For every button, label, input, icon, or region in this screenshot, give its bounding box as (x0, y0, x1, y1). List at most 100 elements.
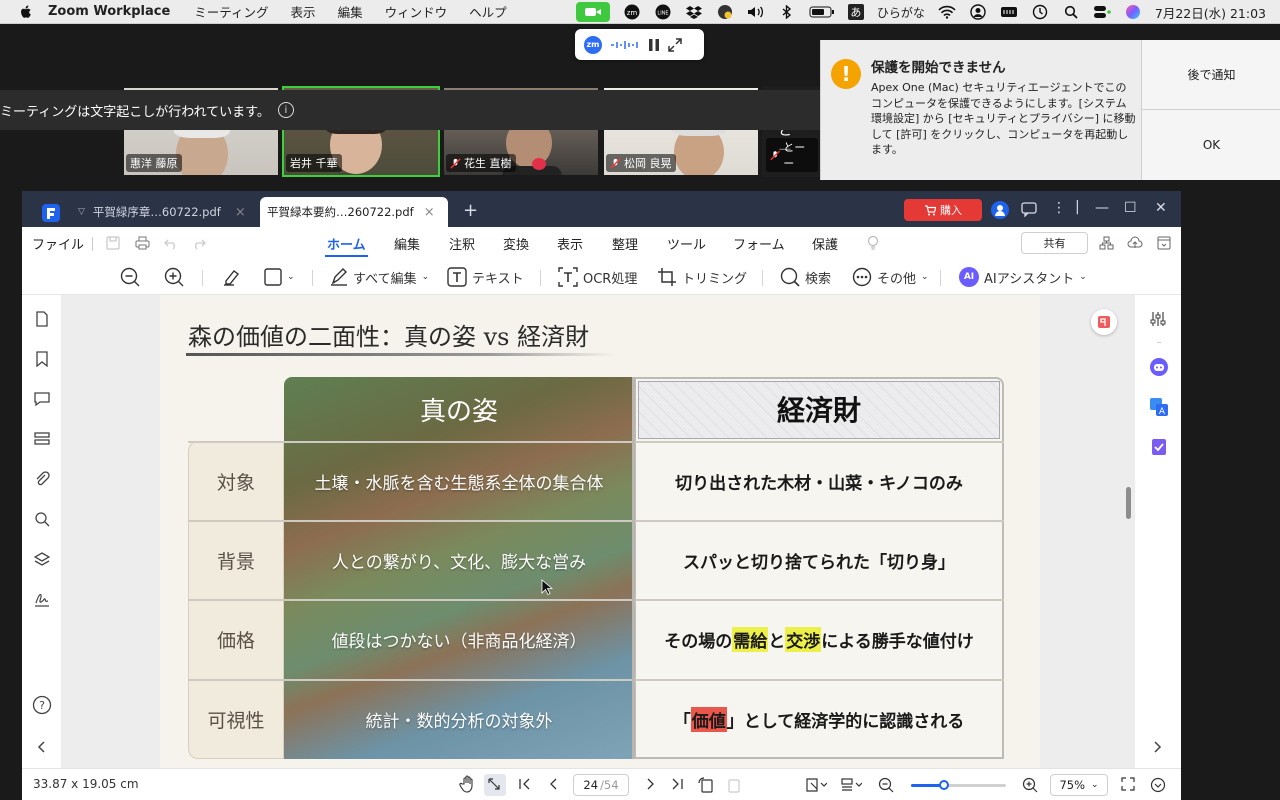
tab-convert[interactable]: 変換 (503, 234, 529, 253)
select-tool-icon[interactable] (484, 774, 506, 796)
line-icon[interactable]: LINE (654, 3, 672, 21)
fit-page-icon[interactable] (805, 777, 827, 793)
comment-icon[interactable] (34, 391, 50, 407)
zoom-out-icon[interactable] (120, 266, 140, 288)
notify-later-button[interactable]: 後で通知 (1141, 40, 1280, 110)
ai-chat-icon[interactable] (1149, 357, 1169, 377)
tab-document[interactable]: ▽ 平賀緑序章…60722.pdf × (78, 197, 246, 227)
page-thumbnail-icon[interactable] (34, 311, 50, 327)
menu-meeting[interactable]: ミーティング (194, 2, 268, 21)
hand-tool-icon[interactable] (459, 775, 477, 793)
zoom-icon[interactable]: zm (623, 3, 641, 21)
previous-page-icon[interactable] (548, 777, 560, 791)
search-icon[interactable] (34, 511, 50, 527)
wifi-icon[interactable] (938, 3, 956, 21)
spotlight-icon[interactable] (1062, 3, 1080, 21)
menu-window[interactable]: ウィンドウ (385, 2, 448, 21)
ime-icon[interactable]: あ (847, 4, 864, 20)
info-icon[interactable]: i (277, 102, 294, 118)
task-check-icon[interactable] (1149, 437, 1169, 457)
alert-ok-button[interactable]: OK (1141, 110, 1280, 180)
new-tab-button[interactable]: + (463, 200, 478, 221)
workflow-icon[interactable] (1099, 236, 1114, 250)
menu-edit[interactable]: 編集 (338, 2, 363, 21)
feedback-icon[interactable] (1021, 202, 1037, 217)
zoom-level-select[interactable]: 75% ⌄ (1050, 774, 1108, 796)
user-status-icon[interactable] (716, 3, 734, 21)
time-machine-icon[interactable] (1031, 3, 1049, 21)
expand-icon[interactable] (668, 37, 682, 52)
zoom-in-icon[interactable] (164, 266, 184, 288)
pause-icon[interactable] (648, 38, 660, 52)
zoom-mini-controls[interactable]: zm (575, 29, 704, 60)
collapse-left-icon[interactable] (34, 739, 50, 755)
tab-view[interactable]: 表示 (557, 234, 583, 253)
highlighter-icon[interactable] (221, 266, 241, 288)
menu-help[interactable]: ヘルプ (469, 2, 507, 21)
zoom-slider[interactable] (911, 780, 1006, 790)
tab-annotate[interactable]: 注釈 (449, 234, 475, 253)
last-page-icon[interactable] (670, 777, 684, 791)
expand-right-icon[interactable] (1152, 739, 1164, 755)
rotate-disabled-icon[interactable] (727, 777, 743, 793)
tab-home[interactable]: ホーム (325, 234, 368, 257)
tab-close-icon[interactable]: × (424, 205, 435, 220)
tab-tools[interactable]: ツール (667, 234, 706, 253)
ocr-button[interactable]: OCR処理 (558, 266, 637, 288)
attachment-icon[interactable] (34, 471, 50, 487)
cloud-upload-icon[interactable] (1127, 236, 1143, 250)
zoom-in-icon[interactable] (1022, 777, 1038, 793)
zoom-slider-handle[interactable] (939, 780, 950, 790)
volume-icon[interactable] (747, 3, 765, 21)
tab-protect[interactable]: 保護 (812, 234, 838, 253)
user-icon[interactable] (969, 3, 987, 21)
undo-icon[interactable] (164, 236, 178, 250)
bluetooth-icon[interactable] (778, 3, 796, 21)
tab-document-active[interactable]: 平賀緑本要約…260722.pdf × (260, 197, 448, 227)
translate-icon[interactable]: A (1149, 397, 1169, 417)
ime-mode-label[interactable]: ひらがな (877, 4, 925, 21)
vertical-scrollbar[interactable] (1126, 487, 1131, 519)
redo-icon[interactable] (192, 236, 206, 250)
app-name[interactable]: Zoom Workplace (48, 4, 170, 19)
save-icon[interactable] (106, 236, 120, 250)
lightbulb-icon[interactable] (866, 235, 880, 251)
zoom-out-icon[interactable] (878, 777, 894, 793)
help-icon[interactable]: ? (32, 695, 52, 715)
text-button[interactable]: テキスト (447, 266, 524, 288)
ai-assistant-button[interactable]: AI AIアシスタント ⌄ (959, 266, 1087, 288)
crop-button[interactable]: トリミング (657, 266, 747, 288)
apple-menu-icon[interactable] (18, 4, 34, 20)
page-number-input[interactable]: 24/54 (573, 774, 629, 796)
file-menu[interactable]: ファイル (32, 234, 84, 253)
form-fields-icon[interactable] (34, 431, 50, 447)
more-button[interactable]: その他 ⌄ (852, 266, 929, 288)
close-window-icon[interactable]: ✕ (1155, 200, 1167, 216)
pdf-convert-icon[interactable] (1091, 309, 1117, 335)
more-menu-icon[interactable]: ⋮ (1052, 200, 1066, 216)
keyboard-icon[interactable] (1000, 3, 1018, 21)
maximize-icon[interactable]: ☐ (1124, 200, 1137, 216)
tab-close-icon[interactable]: × (235, 205, 246, 220)
fullscreen-icon[interactable] (1121, 777, 1135, 791)
siri-icon[interactable] (1124, 3, 1142, 21)
bookmark-icon[interactable] (34, 351, 50, 367)
document-canvas[interactable]: 森の価値の二面性：真の姿 vs 経済財 真の姿 経済財 対象 土壌・水脈を含む生… (62, 295, 1134, 768)
search-button[interactable]: 検索 (780, 266, 831, 288)
shape-tool[interactable]: ⌄ (264, 266, 295, 288)
signature-icon[interactable] (34, 591, 50, 607)
menu-view[interactable]: 表示 (291, 2, 316, 21)
account-icon[interactable] (991, 201, 1009, 219)
collapse-ribbon-icon[interactable] (1157, 236, 1171, 250)
minimize-icon[interactable]: — (1095, 200, 1109, 216)
layers-icon[interactable] (34, 551, 50, 567)
edit-all-button[interactable]: すべて編集 ⌄ (330, 266, 429, 288)
page-layout-icon[interactable] (840, 777, 862, 793)
buy-button[interactable]: 購入 (904, 199, 982, 221)
print-icon[interactable] (135, 236, 150, 250)
rotate-page-icon[interactable] (698, 777, 714, 793)
more-options-icon[interactable] (1150, 777, 1166, 793)
tab-forms[interactable]: フォーム (733, 234, 785, 253)
clock[interactable]: 7月22日(水) 21:03 (1155, 3, 1266, 22)
battery-icon[interactable] (809, 3, 835, 21)
